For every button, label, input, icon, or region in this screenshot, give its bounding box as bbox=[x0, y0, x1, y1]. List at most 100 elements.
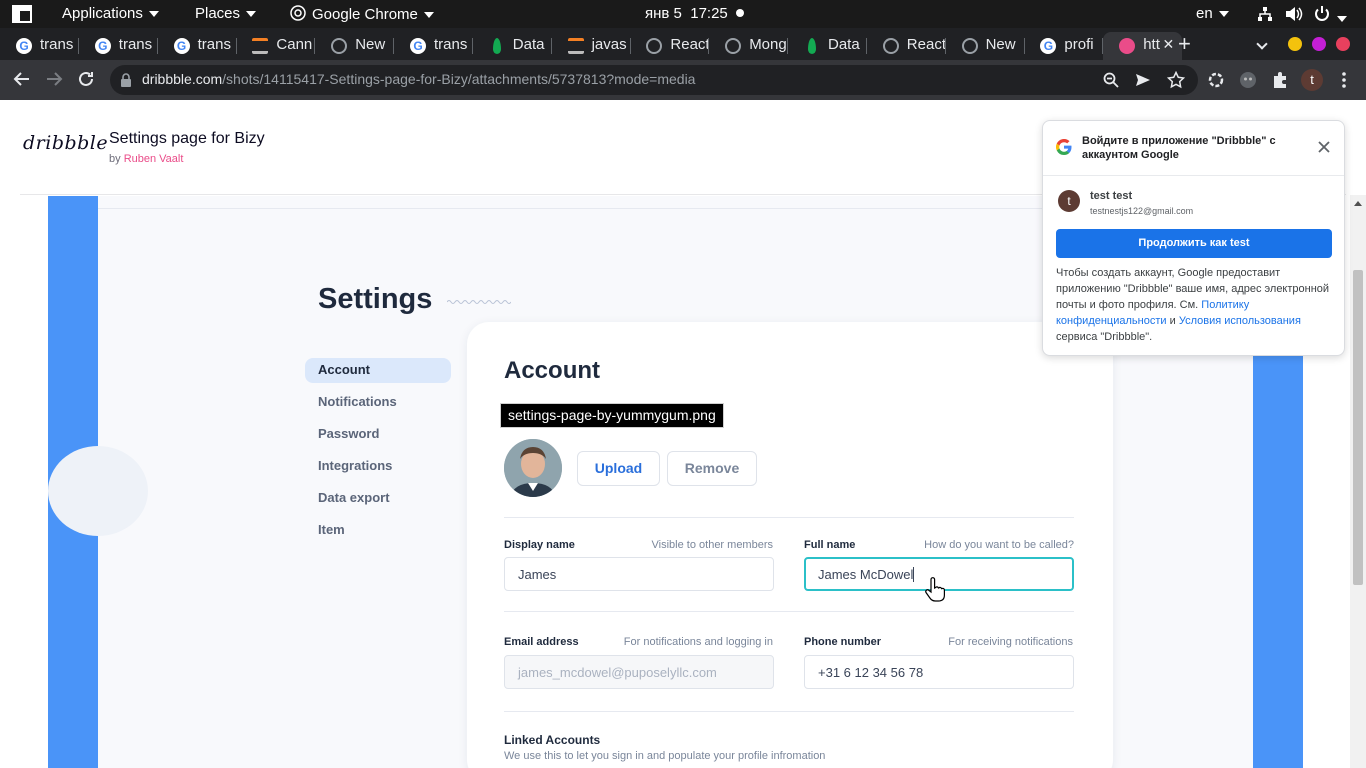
maximize-window-button[interactable] bbox=[1312, 37, 1326, 51]
applications-label: Applications bbox=[62, 5, 143, 22]
terms-of-service-link[interactable]: Условия использования bbox=[1179, 315, 1301, 327]
bookmark-star-icon[interactable] bbox=[1167, 71, 1185, 89]
nav-item-password[interactable]: Password bbox=[318, 426, 379, 441]
activities-icon[interactable] bbox=[12, 5, 32, 27]
applications-menu[interactable]: Applications bbox=[62, 5, 159, 22]
dribbble-logo[interactable]: dribbble bbox=[23, 132, 108, 154]
zoom-icon[interactable] bbox=[1103, 72, 1119, 88]
tab-title: profi bbox=[1064, 36, 1094, 53]
person-photo-icon bbox=[504, 439, 562, 497]
url-path: /shots/14115417-Settings-page-for-Bizy/a… bbox=[222, 71, 696, 87]
extension-icon[interactable] bbox=[1239, 71, 1257, 89]
account-email: testnestjs122@gmail.com bbox=[1090, 206, 1194, 216]
phone-input[interactable]: +31 6 12 34 56 78 bbox=[804, 655, 1074, 689]
browser-tab[interactable]: Data bbox=[788, 32, 867, 60]
address-bar[interactable]: dribbble.com/shots/14115417-Settings-pag… bbox=[110, 65, 1198, 95]
browser-tab[interactable]: Cann bbox=[236, 32, 316, 60]
and-text: и bbox=[1169, 315, 1176, 327]
chrome-app-menu[interactable]: Google Chrome bbox=[290, 5, 434, 23]
extension-icon[interactable] bbox=[1207, 71, 1225, 89]
send-icon[interactable] bbox=[1135, 72, 1151, 88]
places-menu[interactable]: Places bbox=[195, 5, 257, 22]
new-tab-button[interactable]: + bbox=[1178, 31, 1191, 57]
close-window-button[interactable] bbox=[1336, 37, 1350, 51]
back-arrow-icon bbox=[13, 72, 29, 86]
google-account-row[interactable]: t test test testnestjs122@gmail.com bbox=[1043, 176, 1344, 222]
browser-tab[interactable]: Gtrans bbox=[79, 32, 158, 60]
time-text: 17:25 bbox=[690, 5, 728, 22]
puzzle-icon[interactable] bbox=[1271, 71, 1289, 89]
tab-title: Cann bbox=[276, 36, 313, 53]
email-label: Email address bbox=[504, 636, 579, 648]
continue-button[interactable]: Продолжить как test bbox=[1056, 229, 1332, 258]
browser-tab[interactable]: javas bbox=[552, 32, 631, 60]
nav-item-integrations[interactable]: Integrations bbox=[318, 458, 392, 473]
shot-title: Settings page for Bizy bbox=[109, 130, 265, 147]
section-divider bbox=[504, 711, 1074, 712]
browser-tab[interactable]: React bbox=[630, 32, 710, 60]
popup-title: Войдите в приложение "Dribbble" с аккаун… bbox=[1082, 135, 1276, 161]
chevron-down-icon bbox=[1218, 11, 1229, 18]
browser-tab[interactable]: Mong bbox=[709, 32, 789, 60]
url-text: dribbble.com/shots/14115417-Settings-pag… bbox=[142, 71, 695, 87]
settings-title: Settings bbox=[318, 283, 433, 315]
display-name-hint: Visible to other members bbox=[651, 539, 773, 551]
profile-avatar[interactable]: t bbox=[1301, 69, 1323, 91]
account-name: test test bbox=[1090, 190, 1133, 202]
lock-icon[interactable] bbox=[120, 73, 132, 87]
tab-search-chevron-icon[interactable] bbox=[1256, 38, 1268, 50]
browser-tab[interactable]: Gtrans bbox=[0, 32, 79, 60]
nav-item-item[interactable]: Item bbox=[318, 522, 345, 537]
upload-button[interactable]: Upload bbox=[577, 451, 660, 486]
nav-item-account[interactable]: Account bbox=[318, 362, 370, 377]
nav-item-notifications[interactable]: Notifications bbox=[318, 394, 397, 409]
back-button[interactable] bbox=[12, 69, 32, 94]
scroll-up-arrow-icon[interactable] bbox=[1354, 200, 1362, 206]
linked-accounts-title: Linked Accounts bbox=[504, 733, 601, 747]
tab-close-icon[interactable]: ✕ bbox=[1162, 36, 1174, 53]
browser-tab[interactable]: React bbox=[867, 32, 946, 60]
author-link[interactable]: Ruben Vaalt bbox=[124, 153, 184, 165]
email-input[interactable]: james_mcdowel@puposelyllc.com bbox=[504, 655, 774, 689]
clock[interactable]: янв 5 17:25 bbox=[645, 5, 728, 22]
browser-tab[interactable]: New bbox=[946, 32, 1025, 60]
browser-app-label: Google Chrome bbox=[312, 6, 418, 23]
browser-tab[interactable]: Gtrans bbox=[158, 32, 237, 60]
tab-title: New bbox=[355, 36, 386, 53]
globe-icon bbox=[882, 38, 899, 54]
date-text: янв 5 bbox=[645, 5, 682, 22]
browser-tab[interactable]: Gprofi bbox=[1024, 32, 1104, 60]
browser-tab[interactable]: htt ✕ bbox=[1103, 32, 1183, 60]
close-icon[interactable] bbox=[1318, 141, 1330, 153]
display-name-label: Display name bbox=[504, 539, 575, 551]
remove-button[interactable]: Remove bbox=[667, 451, 757, 486]
stackoverflow-icon bbox=[252, 38, 269, 54]
network-icon[interactable] bbox=[1257, 6, 1273, 26]
power-icon[interactable] bbox=[1313, 5, 1347, 27]
display-name-input[interactable]: James bbox=[504, 557, 774, 591]
places-label: Places bbox=[195, 5, 241, 22]
scrollbar-thumb[interactable] bbox=[1353, 270, 1363, 585]
tab-title: New bbox=[985, 36, 1016, 53]
volume-icon[interactable] bbox=[1285, 6, 1303, 26]
forward-arrow-icon bbox=[47, 72, 63, 86]
tab-title: trans bbox=[434, 36, 468, 53]
browser-tab[interactable]: New bbox=[315, 32, 395, 60]
google-signin-popup: Войдите в приложение "Dribbble" с аккаун… bbox=[1042, 120, 1345, 356]
browser-tab[interactable]: Data bbox=[473, 32, 552, 60]
forward-button[interactable] bbox=[44, 69, 64, 94]
reload-button[interactable] bbox=[76, 69, 96, 94]
language-menu[interactable]: en bbox=[1196, 5, 1229, 22]
by-label: by bbox=[109, 153, 121, 165]
browser-toolbar: dribbble.com/shots/14115417-Settings-pag… bbox=[0, 60, 1366, 100]
browser-tab[interactable]: Gtrans bbox=[394, 32, 473, 60]
nav-item-data-export[interactable]: Data export bbox=[318, 490, 390, 505]
tab-title: javas bbox=[591, 36, 627, 53]
account-avatar: t bbox=[1058, 190, 1080, 212]
more-menu-icon[interactable] bbox=[1340, 71, 1348, 89]
minimize-window-button[interactable] bbox=[1288, 37, 1302, 51]
system-top-bar: Applications Places Google Chrome янв 5 … bbox=[0, 0, 1366, 28]
tab-title: Data bbox=[512, 36, 545, 53]
section-divider bbox=[504, 517, 1074, 518]
chevron-down-icon bbox=[1337, 16, 1347, 23]
